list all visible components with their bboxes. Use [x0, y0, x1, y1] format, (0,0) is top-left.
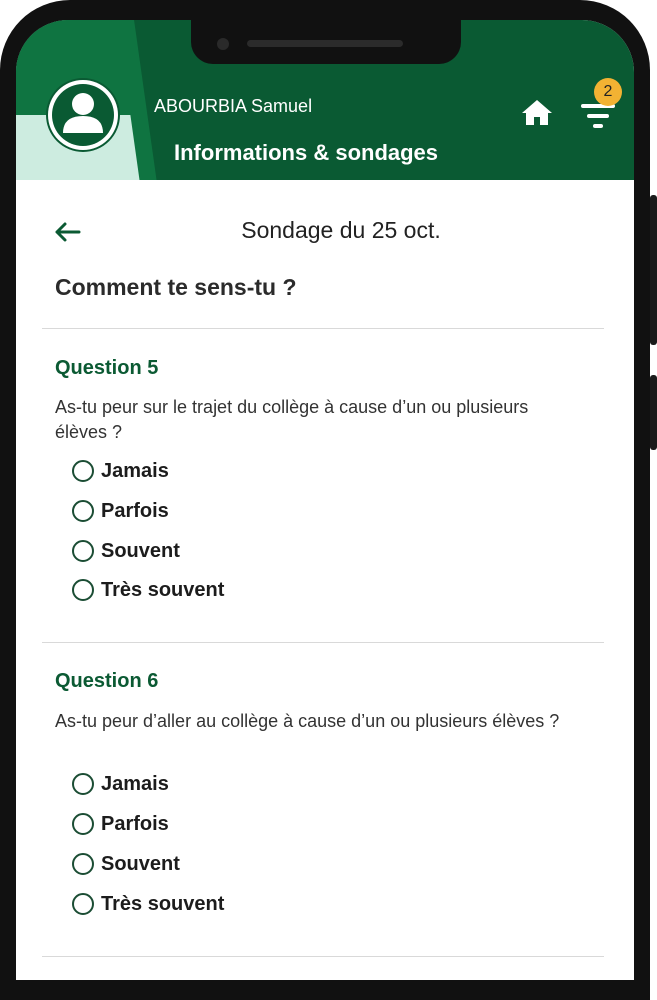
option-label: Très souvent — [101, 892, 225, 915]
radio-button[interactable] — [72, 893, 94, 915]
option-label: Souvent — [101, 852, 180, 875]
radio-button[interactable] — [72, 853, 94, 875]
volume-button — [650, 195, 657, 345]
option-jamais[interactable]: Jamais — [72, 456, 169, 486]
question-label: Question 5 — [55, 357, 159, 379]
page-title: Sondage du 25 oct. — [241, 217, 441, 243]
app-screen: ABOURBIA Samuel Informations & sondages … — [16, 20, 634, 980]
option-label: Souvent — [101, 539, 180, 562]
question-label: Question 6 — [55, 670, 159, 692]
divider — [42, 956, 604, 957]
radio-button[interactable] — [72, 540, 94, 562]
survey-title: Comment te sens-tu ? — [55, 274, 297, 300]
option-parfois[interactable]: Parfois — [72, 496, 169, 526]
option-parfois[interactable]: Parfois — [72, 809, 169, 839]
section-title: Informations & sondages — [174, 140, 439, 165]
home-icon — [522, 100, 552, 125]
avatar[interactable] — [46, 78, 120, 152]
option-tres-souvent[interactable]: Très souvent — [72, 575, 224, 605]
option-label: Très souvent — [101, 578, 225, 601]
option-souvent[interactable]: Souvent — [72, 849, 180, 879]
option-label: Jamais — [101, 772, 169, 795]
question-text: As-tu peur sur le trajet du collège à ca… — [55, 397, 529, 442]
notification-badge: 2 — [594, 78, 622, 106]
option-souvent[interactable]: Souvent — [72, 536, 180, 566]
back-button[interactable] — [52, 220, 82, 244]
question-text: As-tu peur d’aller au collège à cause d’… — [55, 711, 560, 731]
option-label: Parfois — [101, 812, 169, 835]
radio-button[interactable] — [72, 500, 94, 522]
radio-button[interactable] — [72, 773, 94, 795]
option-label: Parfois — [101, 499, 169, 522]
power-button — [650, 375, 657, 450]
phone-notch — [191, 20, 461, 64]
divider — [42, 328, 604, 329]
radio-button[interactable] — [72, 579, 94, 601]
user-name: ABOURBIA Samuel — [154, 96, 313, 116]
user-avatar-icon — [48, 80, 118, 150]
radio-button[interactable] — [72, 813, 94, 835]
option-jamais[interactable]: Jamais — [72, 769, 169, 799]
option-label: Jamais — [101, 459, 169, 482]
radio-button[interactable] — [72, 460, 94, 482]
back-arrow-icon — [55, 222, 81, 242]
home-button[interactable] — [519, 96, 555, 128]
option-tres-souvent[interactable]: Très souvent — [72, 889, 224, 919]
divider — [42, 642, 604, 643]
